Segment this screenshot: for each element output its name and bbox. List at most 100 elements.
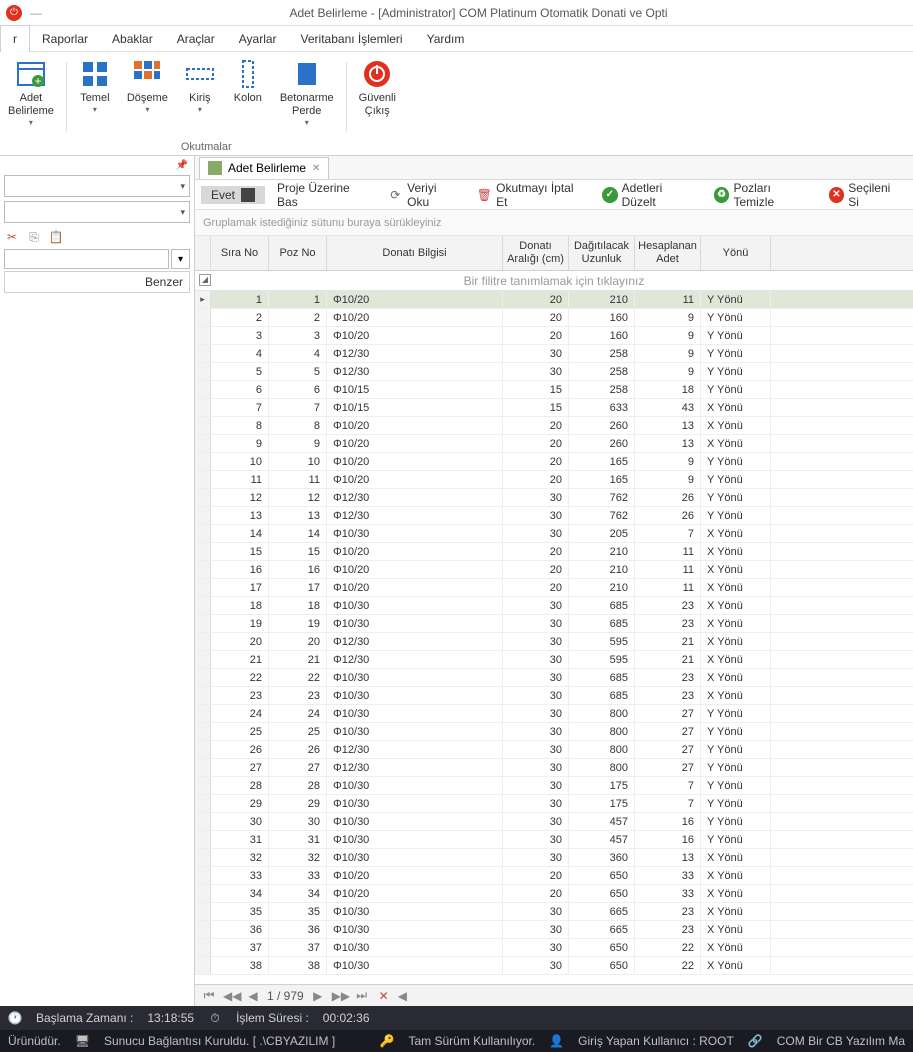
close-icon[interactable]: ✕ [312,163,320,174]
cell-sira: 21 [211,651,269,668]
table-row[interactable]: 3333Φ10/202065033X Yönü [195,867,913,885]
pager-prev[interactable]: ◀ [245,989,261,1003]
menu-item-araclar[interactable]: Araçlar [165,26,227,52]
cell-dagit: 165 [569,471,635,488]
table-row[interactable]: 1414Φ10/30302057X Yönü [195,525,913,543]
table-row[interactable]: 1515Φ10/202021011X Yönü [195,543,913,561]
filter-input[interactable] [4,249,169,269]
pager-stop[interactable]: ✕ [376,989,392,1003]
cell-sira: 35 [211,903,269,920]
delete-icon: ✕ [829,187,845,203]
table-row[interactable]: 88Φ10/202026013X Yönü [195,417,913,435]
filter-hint-row[interactable]: ◢ Bir filitre tanımlamak için tıklayınız [195,271,913,291]
table-row[interactable]: 2020Φ12/303059521X Yönü [195,633,913,651]
pager-prev-page[interactable]: ◀◀ [223,989,239,1003]
cell-donati: Φ10/20 [327,417,503,434]
veriyi-oku-button[interactable]: ⟳Veriyi Oku [384,179,465,211]
cell-sira: 36 [211,921,269,938]
table-row[interactable]: 3636Φ10/303066523X Yönü [195,921,913,939]
pozlari-temizle-button[interactable]: ♻Pozları Temizle [710,179,817,211]
table-row[interactable]: 1313Φ12/303076226Y Yönü [195,507,913,525]
table-row[interactable]: 55Φ12/30302589Y Yönü [195,363,913,381]
table-row[interactable]: 2424Φ10/303080027Y Yönü [195,705,913,723]
evet-toggle[interactable]: Evet [201,186,265,204]
cell-dagit: 210 [569,579,635,596]
table-row[interactable]: 99Φ10/202026013X Yönü [195,435,913,453]
benzer-cell[interactable]: Benzer [4,271,190,293]
paste-icon[interactable]: 📋 [48,229,64,245]
table-row[interactable]: 2929Φ10/30301757Y Yönü [195,795,913,813]
table-row[interactable]: 3737Φ10/303065022X Yönü [195,939,913,957]
ribbon-cikis[interactable]: Güvenli Çıkış [351,56,404,120]
cell-poz: 3 [269,327,327,344]
table-row[interactable]: 3030Φ10/303045716Y Yönü [195,813,913,831]
col-hesaplanan[interactable]: Hesaplanan Adet [635,236,701,270]
secileni-sil-button[interactable]: ✕Seçileni Si [825,179,907,211]
col-yonu[interactable]: Yönü [701,236,771,270]
table-row[interactable]: 22Φ10/20201609Y Yönü [195,309,913,327]
menu-item-abaklar[interactable]: Abaklar [100,26,165,52]
table-row[interactable]: 1212Φ12/303076226Y Yönü [195,489,913,507]
table-row[interactable]: 1111Φ10/20201659Y Yönü [195,471,913,489]
menu-item-ayarlar[interactable]: Ayarlar [227,26,289,52]
table-row[interactable]: 2121Φ12/303059521X Yönü [195,651,913,669]
col-donati-bilgisi[interactable]: Donatı Bilgisi [327,236,503,270]
table-row[interactable]: 44Φ12/30302589Y Yönü [195,345,913,363]
table-row[interactable]: 2222Φ10/303068523X Yönü [195,669,913,687]
cell-aralik: 30 [503,759,569,776]
table-row[interactable]: 33Φ10/20201609Y Yönü [195,327,913,345]
table-row[interactable]: 2727Φ12/303080027Y Yönü [195,759,913,777]
cell-poz: 2 [269,309,327,326]
table-row[interactable]: 3434Φ10/202065033X Yönü [195,885,913,903]
row-indicator [195,615,211,632]
menu-item-veritabani[interactable]: Veritabanı İşlemleri [289,26,415,52]
cell-poz: 14 [269,525,327,542]
table-row[interactable]: 2828Φ10/30301757Y Yönü [195,777,913,795]
proje-uzerine-bas-button[interactable]: Proje Üzerine Bas [273,179,376,211]
ribbon-doseme[interactable]: Döşeme ▾ [119,56,176,155]
table-row[interactable]: 3535Φ10/303066523X Yönü [195,903,913,921]
adetleri-duzelt-button[interactable]: ✓Adetleri Düzelt [598,179,702,211]
grid-body[interactable]: ▸11Φ10/202021011Y Yönü22Φ10/20201609Y Yö… [195,291,913,984]
table-row[interactable]: 66Φ10/151525818Y Yönü [195,381,913,399]
table-row[interactable]: 1717Φ10/202021011X Yönü [195,579,913,597]
pager-first[interactable]: ⏮ [201,988,217,1003]
filter-button[interactable]: ▾ [171,249,190,269]
pager-next-page[interactable]: ▶▶ [332,989,348,1003]
col-poz-no[interactable]: Poz No [269,236,327,270]
power-icon[interactable]: ⏻ [6,5,22,21]
table-row[interactable]: 1919Φ10/303068523X Yönü [195,615,913,633]
group-by-hint[interactable]: Gruplamak istediğiniz sütunu buraya sürü… [195,210,913,236]
ribbon-temel[interactable]: Temel ▾ [71,56,119,155]
ribbon-adet-belirleme[interactable]: + Adet Belirleme ▾ [0,56,62,129]
dropdown-2[interactable]: ▾ [4,201,190,223]
okutmayi-iptal-button[interactable]: 🗑Okutmayı İptal Et [473,179,591,211]
table-row[interactable]: 3232Φ10/303036013X Yönü [195,849,913,867]
copy-icon[interactable]: ⎘ [26,229,42,245]
dropdown-1[interactable]: ▾ [4,175,190,197]
table-row[interactable]: 77Φ10/151563343X Yönü [195,399,913,417]
cell-donati: Φ10/20 [327,867,503,884]
table-row[interactable]: 1616Φ10/202021011X Yönü [195,561,913,579]
table-row[interactable]: 2525Φ10/303080027Y Yönü [195,723,913,741]
menu-item-yardim[interactable]: Yardım [415,26,477,52]
table-row[interactable]: 3131Φ10/303045716Y Yönü [195,831,913,849]
pager-next[interactable]: ▶ [310,989,326,1003]
tab-adet-belirleme[interactable]: Adet Belirleme ✕ [199,157,329,179]
menu-item-raporlar[interactable]: Raporlar [30,26,100,52]
row-indicator [195,669,211,686]
pager-last[interactable]: ⏭ [354,988,370,1003]
col-donati-araligi[interactable]: Donatı Aralığı (cm) [503,236,569,270]
col-sira-no[interactable]: Sıra No [211,236,269,270]
table-row[interactable]: 1010Φ10/20201659Y Yönü [195,453,913,471]
cut-icon[interactable]: ✂ [4,229,20,245]
table-row[interactable]: 3838Φ10/303065022X Yönü [195,957,913,975]
table-row[interactable]: 2626Φ12/303080027Y Yönü [195,741,913,759]
ribbon-perde[interactable]: Betonarme Perde ▾ [272,56,342,155]
table-row[interactable]: ▸11Φ10/202021011Y Yönü [195,291,913,309]
menu-item-r[interactable]: r [0,25,30,52]
pin-icon[interactable]: 📌 [170,156,194,175]
table-row[interactable]: 1818Φ10/303068523X Yönü [195,597,913,615]
col-dagitilacak[interactable]: Dağıtılacak Uzunluk [569,236,635,270]
table-row[interactable]: 2323Φ10/303068523X Yönü [195,687,913,705]
